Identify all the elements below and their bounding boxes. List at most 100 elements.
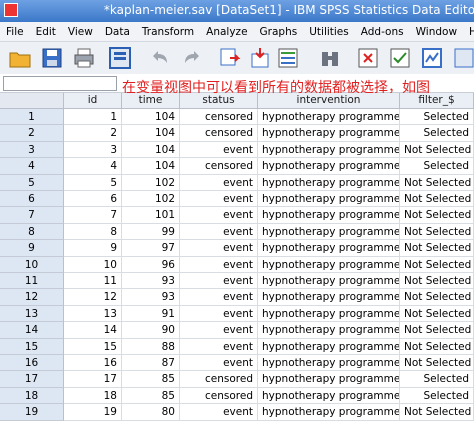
- cell-intervention[interactable]: hypnotherapy programme: [258, 174, 400, 191]
- row-number[interactable]: 18: [0, 387, 64, 405]
- row-number[interactable]: 7: [0, 207, 64, 224]
- cell-time[interactable]: 102: [122, 174, 180, 191]
- cell-time[interactable]: 104: [122, 109, 180, 126]
- cell-status[interactable]: censored: [180, 158, 258, 175]
- cell-status[interactable]: event: [180, 256, 258, 273]
- cell-time[interactable]: 96: [122, 256, 180, 273]
- variables-icon[interactable]: [276, 46, 300, 70]
- cell-filter[interactable]: Not Selected: [400, 207, 474, 224]
- menu-help[interactable]: Help: [463, 26, 474, 38]
- row-number[interactable]: 3: [0, 141, 64, 159]
- cell-time[interactable]: 85: [122, 371, 180, 388]
- cell-id[interactable]: 6: [64, 191, 122, 208]
- cell-intervention[interactable]: hypnotherapy programme: [258, 207, 400, 224]
- cell-id[interactable]: 12: [64, 289, 122, 306]
- cell-intervention[interactable]: hypnotherapy programme: [258, 125, 400, 142]
- insert-variable-icon[interactable]: [388, 46, 412, 70]
- cell-reference-input[interactable]: [3, 76, 117, 91]
- cell-status[interactable]: censored: [180, 109, 258, 126]
- cell-filter[interactable]: Not Selected: [400, 273, 474, 290]
- cell-id[interactable]: 4: [64, 158, 122, 175]
- menu-view[interactable]: View: [62, 26, 99, 38]
- cell-intervention[interactable]: hypnotherapy programme: [258, 273, 400, 290]
- cell-filter[interactable]: Not Selected: [400, 256, 474, 273]
- menu-data[interactable]: Data: [99, 26, 136, 38]
- cell-status[interactable]: event: [180, 174, 258, 191]
- goto-variable-icon[interactable]: [248, 46, 272, 70]
- cell-id[interactable]: 17: [64, 371, 122, 388]
- cell-filter[interactable]: Not Selected: [400, 240, 474, 257]
- cell-status[interactable]: event: [180, 404, 258, 421]
- cell-id[interactable]: 5: [64, 174, 122, 191]
- cell-time[interactable]: 93: [122, 273, 180, 290]
- cell-intervention[interactable]: hypnotherapy programme: [258, 371, 400, 388]
- print-icon[interactable]: [72, 46, 96, 70]
- cell-filter[interactable]: Selected: [400, 125, 474, 142]
- row-number[interactable]: 2: [0, 125, 64, 142]
- cell-filter[interactable]: Not Selected: [400, 322, 474, 339]
- menu-edit[interactable]: Edit: [30, 26, 62, 38]
- cell-intervention[interactable]: hypnotherapy programme: [258, 109, 400, 126]
- cell-filter[interactable]: Not Selected: [400, 404, 474, 421]
- cell-id[interactable]: 15: [64, 338, 122, 355]
- dialog-recall-icon[interactable]: [108, 46, 132, 70]
- row-number[interactable]: 14: [0, 322, 64, 339]
- cell-intervention[interactable]: hypnotherapy programme: [258, 158, 400, 175]
- cell-status[interactable]: event: [180, 207, 258, 224]
- cell-id[interactable]: 14: [64, 322, 122, 339]
- row-number[interactable]: 19: [0, 404, 64, 421]
- cell-intervention[interactable]: hypnotherapy programme: [258, 387, 400, 405]
- cell-filter[interactable]: Not Selected: [400, 223, 474, 241]
- cell-id[interactable]: 1: [64, 109, 122, 126]
- row-number[interactable]: 6: [0, 191, 64, 208]
- split-file-icon[interactable]: [420, 46, 444, 70]
- cell-id[interactable]: 13: [64, 305, 122, 323]
- column-header-status[interactable]: status: [180, 93, 258, 109]
- cell-id[interactable]: 3: [64, 141, 122, 159]
- cell-intervention[interactable]: hypnotherapy programme: [258, 141, 400, 159]
- cell-id[interactable]: 16: [64, 355, 122, 372]
- cell-status[interactable]: event: [180, 273, 258, 290]
- menu-transform[interactable]: Transform: [136, 26, 200, 38]
- menu-utilities[interactable]: Utilities: [303, 26, 355, 38]
- cell-status[interactable]: event: [180, 305, 258, 323]
- row-number[interactable]: 9: [0, 240, 64, 257]
- cell-status[interactable]: censored: [180, 125, 258, 142]
- cell-time[interactable]: 99: [122, 223, 180, 241]
- cell-filter[interactable]: Not Selected: [400, 338, 474, 355]
- cell-filter[interactable]: Not Selected: [400, 191, 474, 208]
- cell-intervention[interactable]: hypnotherapy programme: [258, 322, 400, 339]
- cell-time[interactable]: 88: [122, 338, 180, 355]
- cell-filter[interactable]: Not Selected: [400, 289, 474, 306]
- menu-addons[interactable]: Add-ons: [355, 26, 410, 38]
- cell-filter[interactable]: Selected: [400, 158, 474, 175]
- row-number[interactable]: 1: [0, 109, 64, 126]
- cell-filter[interactable]: Not Selected: [400, 174, 474, 191]
- cell-status[interactable]: event: [180, 289, 258, 306]
- cell-intervention[interactable]: hypnotherapy programme: [258, 191, 400, 208]
- cell-status[interactable]: event: [180, 322, 258, 339]
- cell-time[interactable]: 104: [122, 141, 180, 159]
- cell-filter[interactable]: Not Selected: [400, 305, 474, 323]
- cell-id[interactable]: 18: [64, 387, 122, 405]
- cell-time[interactable]: 102: [122, 191, 180, 208]
- cell-status[interactable]: event: [180, 223, 258, 241]
- cell-id[interactable]: 7: [64, 207, 122, 224]
- cell-status[interactable]: event: [180, 191, 258, 208]
- cell-id[interactable]: 8: [64, 223, 122, 241]
- cell-intervention[interactable]: hypnotherapy programme: [258, 289, 400, 306]
- save-icon[interactable]: [40, 46, 64, 70]
- cell-intervention[interactable]: hypnotherapy programme: [258, 404, 400, 421]
- cell-filter[interactable]: Selected: [400, 109, 474, 126]
- cell-filter[interactable]: Selected: [400, 371, 474, 388]
- undo-icon[interactable]: [148, 46, 172, 70]
- weight-cases-icon[interactable]: [452, 46, 474, 70]
- cell-status[interactable]: censored: [180, 371, 258, 388]
- row-number[interactable]: 13: [0, 305, 64, 323]
- column-header-id[interactable]: id: [64, 93, 122, 109]
- cell-intervention[interactable]: hypnotherapy programme: [258, 240, 400, 257]
- insert-cases-icon[interactable]: [356, 46, 380, 70]
- cell-time[interactable]: 97: [122, 240, 180, 257]
- menu-file[interactable]: File: [0, 26, 30, 38]
- row-number[interactable]: 16: [0, 355, 64, 372]
